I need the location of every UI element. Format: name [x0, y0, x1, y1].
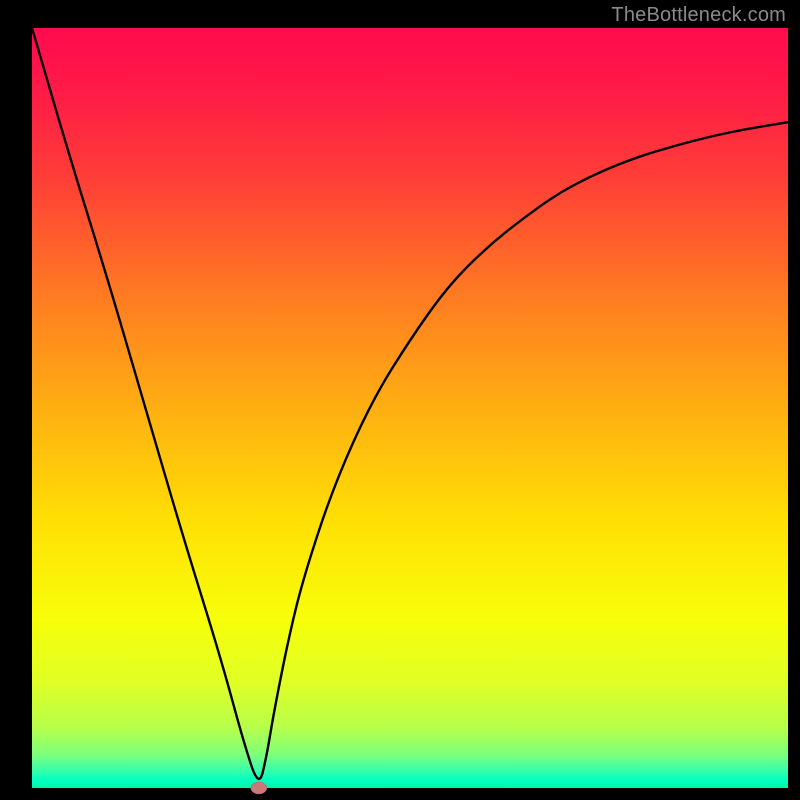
watermark-text: TheBottleneck.com: [611, 4, 786, 27]
chart-stage: TheBottleneck.com: [0, 0, 800, 800]
bottleneck-chart: [0, 0, 800, 800]
minimum-marker: [251, 782, 267, 794]
